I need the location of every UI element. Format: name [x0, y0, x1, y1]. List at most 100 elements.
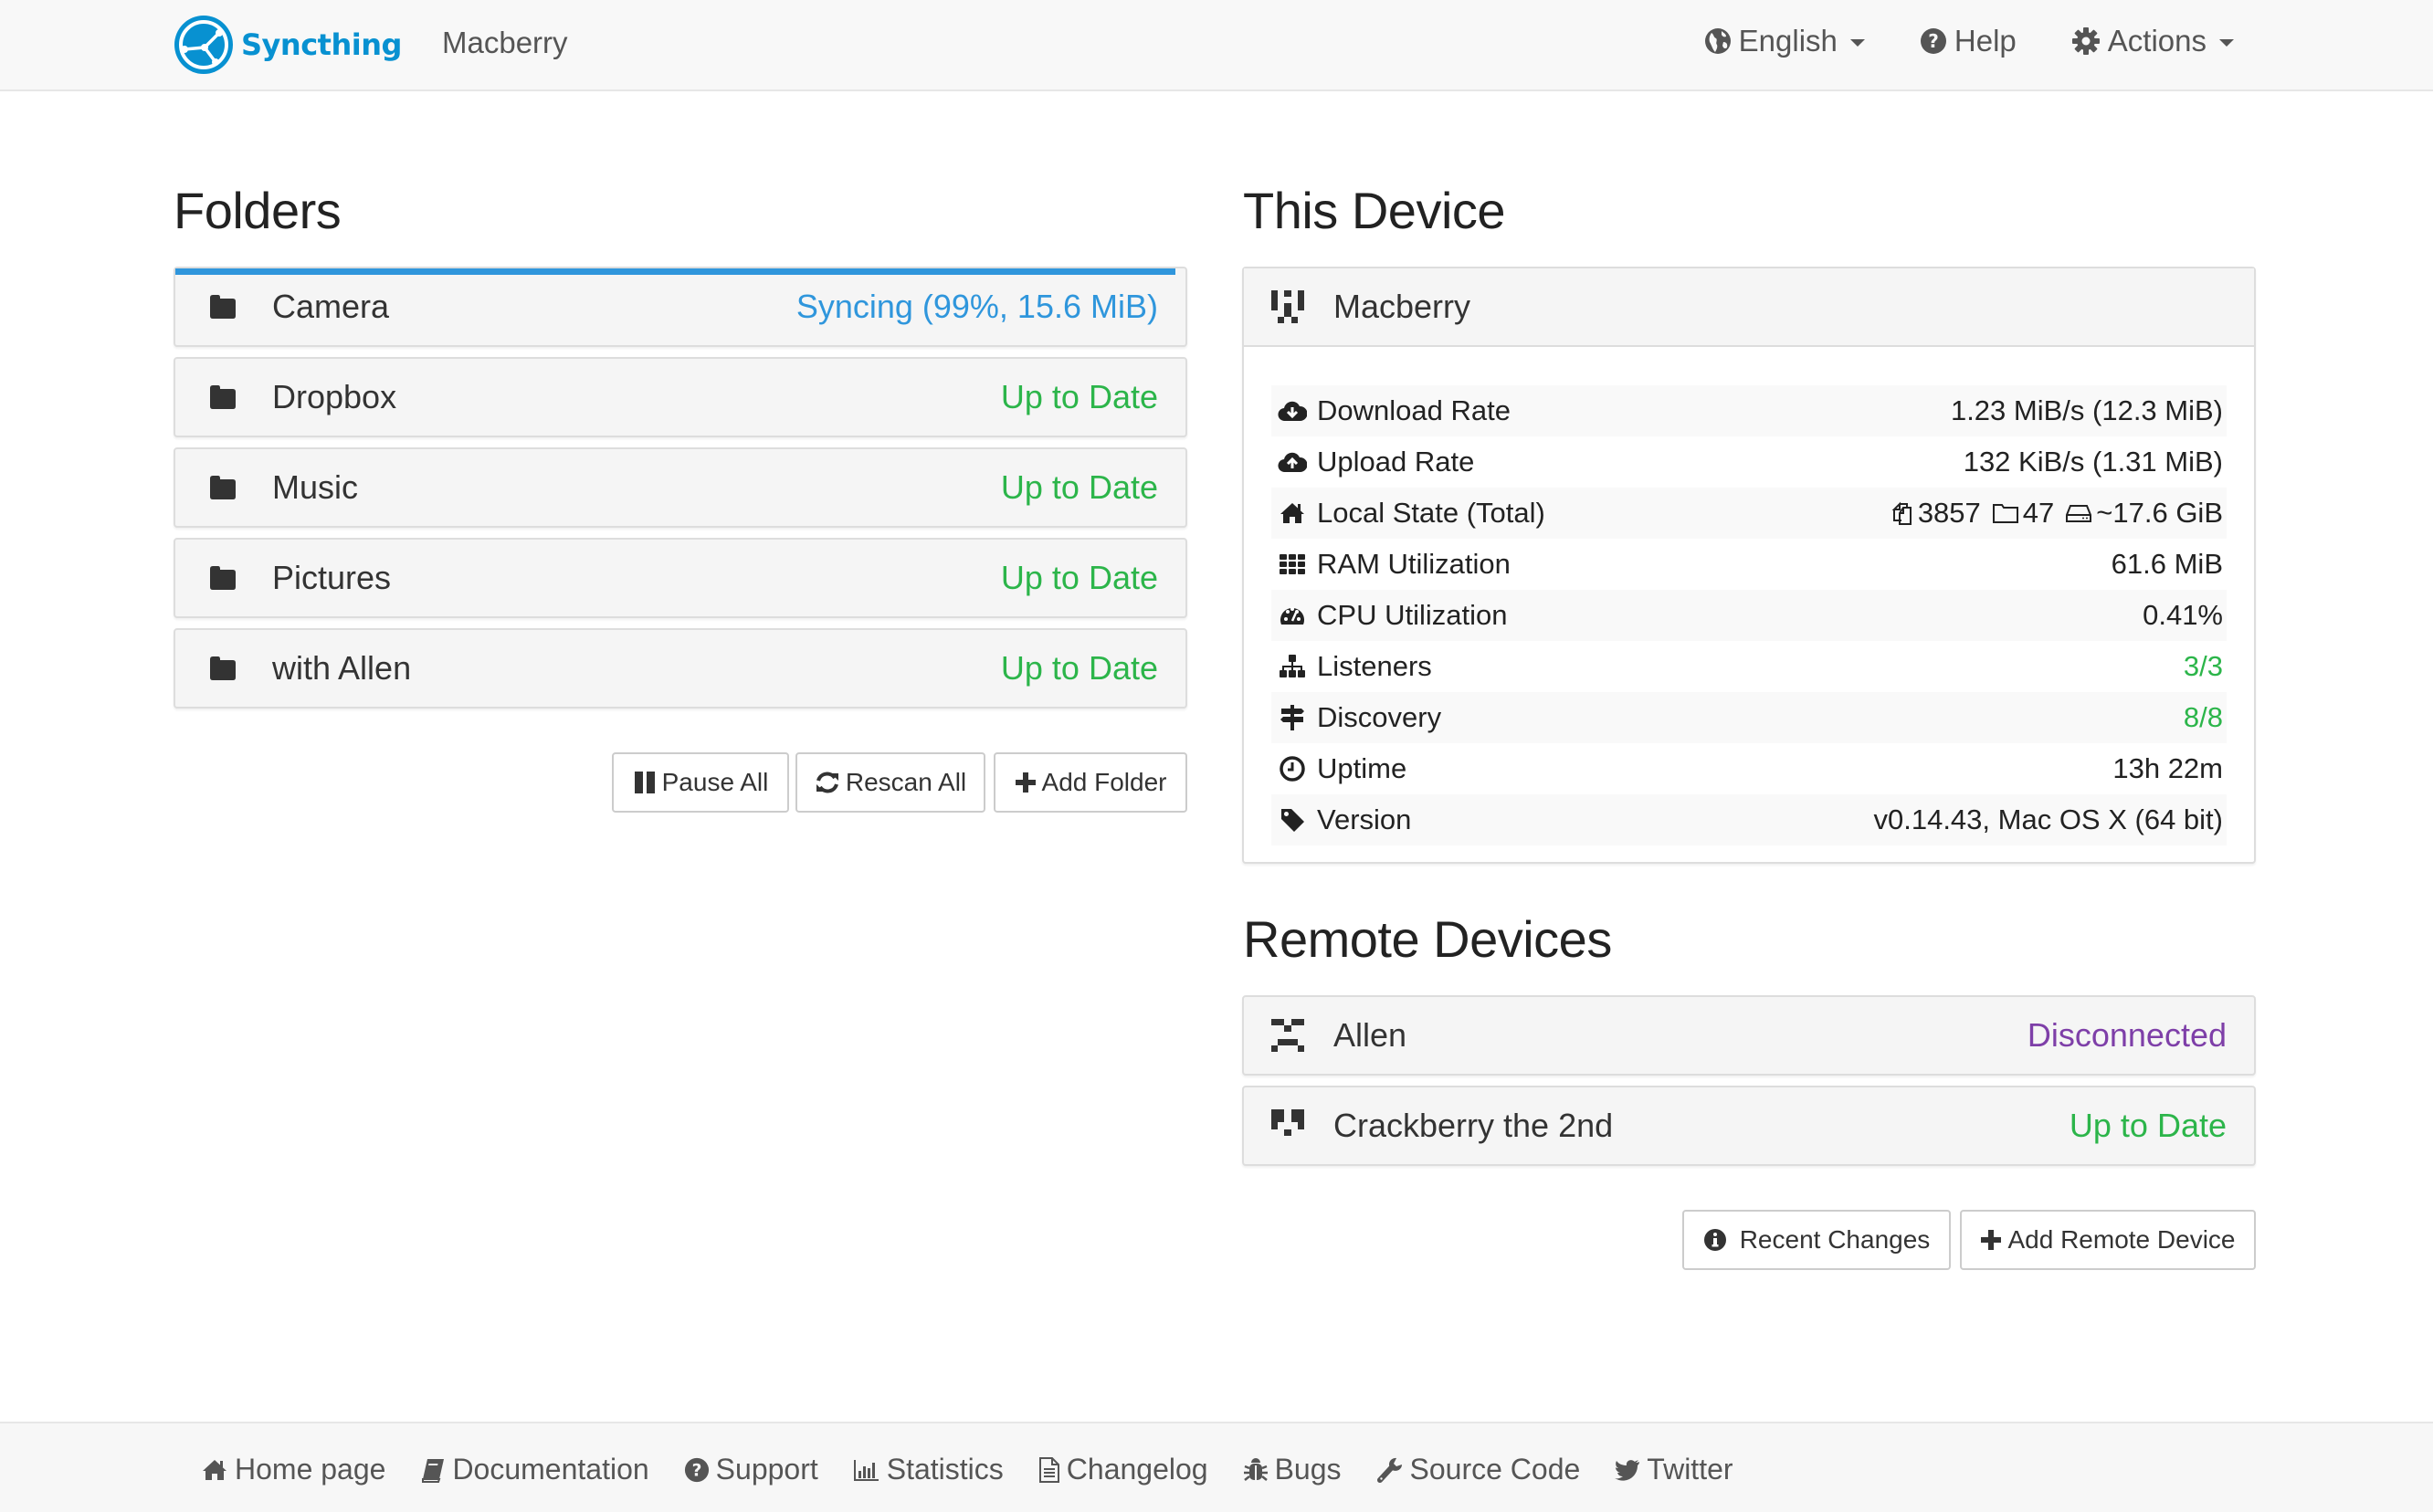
footer-link-home-page[interactable]: Home page [201, 1453, 385, 1486]
folder-row: Camera Syncing (99%, 15.6 MiB) [175, 268, 1185, 345]
plus-icon [1981, 1230, 2002, 1250]
footer-link-bugs[interactable]: Bugs [1243, 1453, 1342, 1486]
folder-panel[interactable]: Pictures Up to Date [174, 538, 1187, 618]
stat-value: 8/8 [2183, 701, 2223, 733]
files-count: 3857 [1891, 497, 1981, 530]
stat-label: Listeners [1317, 650, 1432, 682]
footer-link-changelog[interactable]: Changelog [1038, 1453, 1208, 1486]
info-circle-icon [1703, 1229, 1726, 1251]
folder-row: Music Up to Date [175, 449, 1185, 526]
stat-value: 13h 22m [2112, 752, 2223, 784]
twitter-icon [1615, 1459, 1640, 1481]
remote-device-row: Allen Disconnected [1244, 997, 2254, 1074]
stat-value: 1.23 MiB/s (12.3 MiB) [1950, 394, 2223, 426]
caret-down-icon [2219, 39, 2234, 47]
navbar: Syncthing Macberry English ? Help Action… [0, 0, 2433, 91]
recent-changes-button[interactable]: Recent Changes [1682, 1210, 1951, 1270]
question-circle-icon: ? [1920, 28, 1946, 54]
cloud-download-icon [1277, 396, 1308, 425]
brand-name: Syncthing [241, 27, 402, 62]
file-text-icon [1038, 1456, 1059, 1483]
remote-device-status: Up to Date [2069, 1107, 2227, 1144]
folder-panel[interactable]: with Allen Up to Date [174, 628, 1187, 709]
footer-link-label: Changelog [1066, 1453, 1208, 1486]
add-folder-label: Add Folder [1041, 768, 1167, 796]
add-remote-device-button[interactable]: Add Remote Device [1960, 1210, 2256, 1270]
folder-panel[interactable]: Dropbox Up to Date [174, 357, 1187, 437]
this-device-heading: This Device [1243, 182, 1506, 239]
stat-listeners: Listeners 3/3 [1271, 641, 2227, 692]
directories-count: 47 [1992, 497, 2054, 530]
stat-label: Download Rate [1317, 394, 1511, 426]
add-folder-button[interactable]: Add Folder [994, 752, 1187, 813]
stat-download-rate: Download Rate 1.23 MiB/s (12.3 MiB) [1271, 385, 2227, 436]
pause-all-label: Pause All [661, 768, 769, 796]
stat-value: 0.41% [2143, 599, 2223, 631]
dashboard-icon [1277, 601, 1308, 630]
footer-link-documentation[interactable]: Documentation [420, 1453, 649, 1486]
folder-name: Music [272, 468, 359, 506]
navbar-menu: English ? Help Actions [1704, 24, 2234, 58]
rescan-all-button[interactable]: Rescan All [795, 752, 985, 813]
pause-icon [634, 772, 655, 793]
footer-link-statistics[interactable]: Statistics [853, 1453, 1004, 1486]
stat-discovery: Discovery 8/8 [1271, 692, 2227, 743]
actions-dropdown[interactable]: Actions [2071, 24, 2234, 58]
folder-icon [210, 295, 236, 319]
stat-upload-rate: Upload Rate 132 KiB/s (1.31 MiB) [1271, 436, 2227, 488]
stat-label: Upload Rate [1317, 446, 1475, 478]
globe-icon [1704, 28, 1731, 54]
folder-status: Syncing (99%, 15.6 MiB) [795, 288, 1158, 325]
footer-link-label: Bugs [1274, 1453, 1342, 1486]
folder-panel[interactable]: Camera Syncing (99%, 15.6 MiB) [174, 267, 1187, 347]
folders-heading: Folders [174, 182, 342, 239]
this-device-name: Macberry [1333, 288, 1471, 325]
signpost-icon [1277, 703, 1308, 732]
device-stats-table: Download Rate 1.23 MiB/s (12.3 MiB) Uplo… [1271, 385, 2227, 845]
add-remote-device-label: Add Remote Device [2007, 1225, 2236, 1254]
folder-icon [210, 476, 236, 499]
folder-name: Camera [272, 288, 390, 325]
folder-status: Up to Date [1000, 378, 1158, 415]
recent-changes-label: Recent Changes [1739, 1225, 1931, 1254]
this-device-header[interactable]: Macberry [1244, 268, 2254, 347]
svg-text:?: ? [1928, 30, 1939, 52]
folder-icon [210, 385, 236, 409]
footer-link-label: Support [715, 1453, 818, 1486]
footer-link-twitter[interactable]: Twitter [1615, 1453, 1733, 1486]
stat-value: 3857 47 ~17.6 GiB [1880, 497, 2223, 530]
footer-link-source-code[interactable]: Source Code [1376, 1453, 1580, 1486]
folder-row: Pictures Up to Date [175, 540, 1185, 616]
stat-label: CPU Utilization [1317, 599, 1508, 631]
remote-devices-heading: Remote Devices [1243, 910, 1612, 968]
footer-link-label: Twitter [1647, 1453, 1733, 1486]
help-label: Help [1954, 24, 2017, 58]
hdd-icon [2066, 505, 2092, 522]
stat-value: 132 KiB/s (1.31 MiB) [1963, 446, 2223, 478]
folder-row: Dropbox Up to Date [175, 359, 1185, 436]
remote-device-status: Disconnected [2027, 1016, 2227, 1054]
bar-chart-icon [853, 1459, 879, 1481]
remote-device-panel[interactable]: Allen Disconnected [1242, 995, 2256, 1076]
plus-icon [1015, 772, 1036, 793]
stat-label: Local State (Total) [1317, 497, 1545, 529]
this-device-panel: Macberry Download Rate 1.23 MiB/s (12.3 … [1242, 267, 2256, 864]
folder-panel[interactable]: Music Up to Date [174, 447, 1187, 528]
brand-link[interactable]: Syncthing [174, 13, 402, 77]
stat-ram-utilization: RAM Utilization 61.6 MiB [1271, 539, 2227, 590]
folder-name: Dropbox [272, 378, 397, 415]
language-dropdown[interactable]: English [1704, 24, 1865, 58]
folder-icon [210, 656, 236, 680]
footer-link-support[interactable]: ? Support [684, 1453, 818, 1486]
pause-all-button[interactable]: Pause All [612, 752, 789, 813]
syncthing-logo-icon [174, 16, 233, 74]
stat-label: Discovery [1317, 701, 1442, 733]
remote-device-panel[interactable]: Crackberry the 2nd Up to Date [1242, 1086, 2256, 1166]
stat-value: v0.14.43, Mac OS X (64 bit) [1873, 803, 2223, 835]
folder-name: Pictures [272, 559, 392, 596]
help-link[interactable]: ? Help [1920, 24, 2017, 58]
files-icon [1891, 501, 1912, 525]
caret-down-icon [1849, 39, 1865, 47]
wrench-icon [1376, 1457, 1402, 1483]
question-circle-icon: ? [684, 1457, 709, 1482]
